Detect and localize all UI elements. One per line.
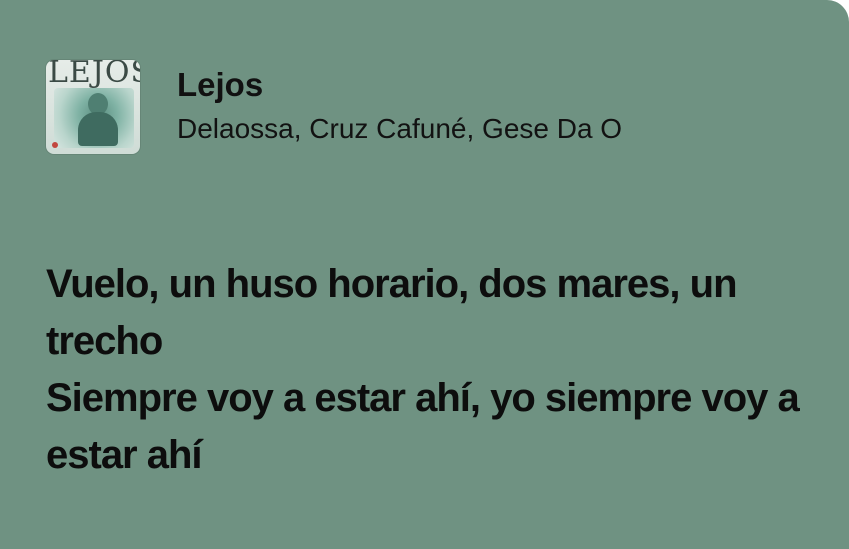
track-meta: Lejos Delaossa, Cruz Cafuné, Gese Da O <box>177 66 622 146</box>
track-header: LEJOS Lejos Delaossa, Cruz Cafuné, Gese … <box>46 60 622 154</box>
album-cover-logo-text: LEJOS <box>48 60 140 90</box>
album-cover: LEJOS <box>46 60 140 154</box>
track-artists: Delaossa, Cruz Cafuné, Gese Da O <box>177 113 623 144</box>
track-title: Lejos <box>177 66 264 103</box>
lyrics-block: Vuelo, un huso horario, dos mares, un tr… <box>46 256 826 484</box>
lyric-line: Vuelo, un huso horario, dos mares, un tr… <box>46 262 738 363</box>
lyric-line: Siempre voy a estar ahí, yo siempre voy … <box>46 376 800 477</box>
album-cover-accent-dot <box>52 142 58 148</box>
album-cover-figure-body <box>78 112 118 146</box>
lyrics-share-card: LEJOS Lejos Delaossa, Cruz Cafuné, Gese … <box>0 0 849 549</box>
